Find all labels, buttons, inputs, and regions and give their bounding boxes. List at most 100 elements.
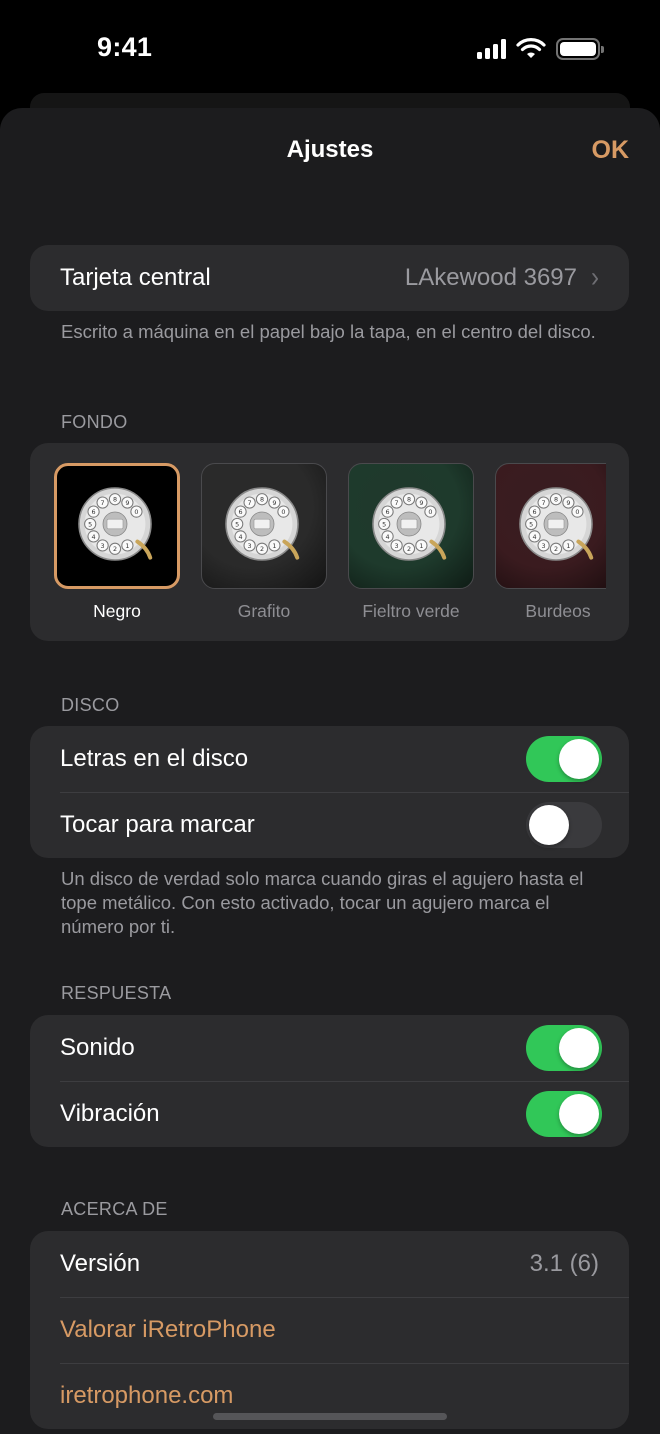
page-title: Ajustes — [286, 136, 374, 163]
svg-text:7: 7 — [542, 499, 546, 507]
vibration-toggle[interactable] — [526, 1091, 602, 1137]
ok-button[interactable]: OK — [592, 136, 630, 165]
svg-text:3: 3 — [248, 542, 252, 550]
fondo-header: FONDO — [61, 412, 128, 432]
background-option-burdeos[interactable]: 1234567890 Burdeos — [495, 463, 606, 622]
settings-sheet: Ajustes OK Tarjeta central LAkewood 3697… — [0, 108, 660, 1434]
svg-text:7: 7 — [101, 499, 105, 507]
svg-text:2: 2 — [260, 545, 264, 553]
rotary-dial-icon: 1234567 8 90 — [225, 487, 300, 561]
svg-text:2: 2 — [554, 545, 558, 553]
background-option-label: Burdeos — [525, 601, 591, 621]
vibration-label: Vibración — [60, 1100, 160, 1127]
svg-text:3: 3 — [395, 542, 399, 550]
svg-text:1: 1 — [419, 542, 423, 550]
tap-to-dial-label: Tocar para marcar — [60, 811, 255, 838]
svg-text:7: 7 — [395, 499, 399, 507]
letters-row: Letras en el disco — [30, 726, 629, 792]
svg-text:5: 5 — [382, 520, 386, 528]
disco-group: Letras en el disco Tocar para marcar — [30, 726, 629, 858]
background-thumb: 1234567890 — [54, 463, 180, 589]
respuesta-header: RESPUESTA — [61, 983, 172, 1003]
svg-text:1: 1 — [272, 542, 276, 550]
svg-text:1: 1 — [125, 542, 129, 550]
about-header: ACERCA DE — [61, 1199, 168, 1219]
svg-text:4: 4 — [533, 533, 537, 541]
disco-footer: Un disco de verdad solo marca cuando gir… — [61, 868, 584, 937]
rotary-dial-icon: 1234567 8 90 — [78, 487, 153, 561]
background-tiles: 1234567890 Negro 1234567890 Grafito 1234… — [54, 463, 606, 633]
svg-text:2: 2 — [407, 545, 411, 553]
svg-text:8: 8 — [407, 496, 411, 504]
central-card-row[interactable]: Tarjeta central LAkewood 3697 › — [30, 245, 629, 311]
background-option-fieltro-verde[interactable]: 1234567890 Fieltro verde — [348, 463, 474, 622]
background-option-negro[interactable]: 1234567890 Negro — [54, 463, 180, 622]
svg-text:0: 0 — [281, 508, 285, 516]
svg-text:4: 4 — [92, 533, 96, 541]
central-card-value: LAkewood 3697 — [404, 264, 577, 291]
tap-to-dial-row: Tocar para marcar — [30, 792, 629, 858]
svg-text:4: 4 — [386, 533, 390, 541]
svg-text:7: 7 — [248, 499, 252, 507]
svg-text:4: 4 — [239, 533, 243, 541]
rate-app-row[interactable]: Valorar iRetroPhone — [30, 1297, 629, 1363]
chevron-right-icon: › — [591, 261, 599, 294]
respuesta-group: Sonido Vibración — [30, 1015, 629, 1147]
svg-text:9: 9 — [419, 499, 423, 507]
svg-text:8: 8 — [554, 496, 558, 504]
status-bar: 9:41 — [0, 0, 660, 96]
svg-text:0: 0 — [575, 508, 579, 516]
home-indicator — [213, 1413, 447, 1420]
background-option-label: Negro — [93, 601, 141, 621]
status-icons — [477, 36, 604, 62]
svg-text:5: 5 — [235, 520, 239, 528]
svg-text:6: 6 — [386, 508, 390, 516]
svg-text:8: 8 — [113, 496, 117, 504]
version-row: Versión 3.1 (6) — [30, 1231, 629, 1297]
sound-label: Sonido — [60, 1034, 135, 1061]
rotary-dial-icon: 1234567 8 90 — [519, 487, 594, 561]
background-option-label: Fieltro verde — [362, 601, 460, 621]
central-card-footer: Escrito a máquina en el papel bajo la ta… — [61, 321, 596, 342]
rotary-dial-icon: 1234567 8 90 — [372, 487, 447, 561]
version-value: 3.1 (6) — [529, 1250, 599, 1277]
svg-text:0: 0 — [428, 508, 432, 516]
battery-icon — [556, 38, 604, 60]
svg-text:6: 6 — [533, 508, 537, 516]
svg-text:9: 9 — [272, 499, 276, 507]
background-thumb: 1234567890 — [348, 463, 474, 589]
letters-toggle[interactable] — [526, 736, 602, 782]
svg-text:6: 6 — [92, 508, 96, 516]
background-thumb: 1234567890 — [495, 463, 606, 589]
tap-to-dial-toggle[interactable] — [526, 802, 602, 848]
sound-toggle[interactable] — [526, 1025, 602, 1071]
svg-text:1: 1 — [566, 542, 570, 550]
background-thumb: 1234567890 — [201, 463, 327, 589]
website-link[interactable]: iretrophone.com — [60, 1382, 599, 1410]
svg-text:5: 5 — [529, 520, 533, 528]
letters-label: Letras en el disco — [60, 745, 249, 772]
svg-text:3: 3 — [542, 542, 546, 550]
sound-row: Sonido — [30, 1015, 629, 1081]
background-option-grafito[interactable]: 1234567890 Grafito — [201, 463, 327, 622]
svg-text:0: 0 — [134, 508, 138, 516]
status-time: 9:41 — [97, 32, 153, 62]
cellular-signal-icon — [477, 39, 506, 59]
svg-text:9: 9 — [566, 499, 570, 507]
wifi-icon — [516, 38, 546, 58]
central-card-label: Tarjeta central — [60, 264, 211, 291]
svg-text:5: 5 — [88, 520, 92, 528]
background-option-label: Grafito — [237, 601, 291, 621]
svg-text:8: 8 — [260, 496, 264, 504]
vibration-row: Vibración — [30, 1081, 629, 1147]
svg-text:9: 9 — [125, 499, 129, 507]
disco-header: DISCO — [61, 695, 120, 715]
central-card-group: Tarjeta central LAkewood 3697 › — [30, 245, 629, 311]
svg-text:2: 2 — [113, 545, 117, 553]
about-group: Versión 3.1 (6) Valorar iRetroPhone iret… — [30, 1231, 629, 1429]
svg-text:6: 6 — [239, 508, 243, 516]
background-picker: 1234567890 Negro 1234567890 Grafito 1234… — [30, 443, 629, 641]
version-label: Versión — [60, 1250, 141, 1277]
svg-text:3: 3 — [101, 542, 105, 550]
rate-app-link[interactable]: Valorar iRetroPhone — [60, 1316, 599, 1344]
